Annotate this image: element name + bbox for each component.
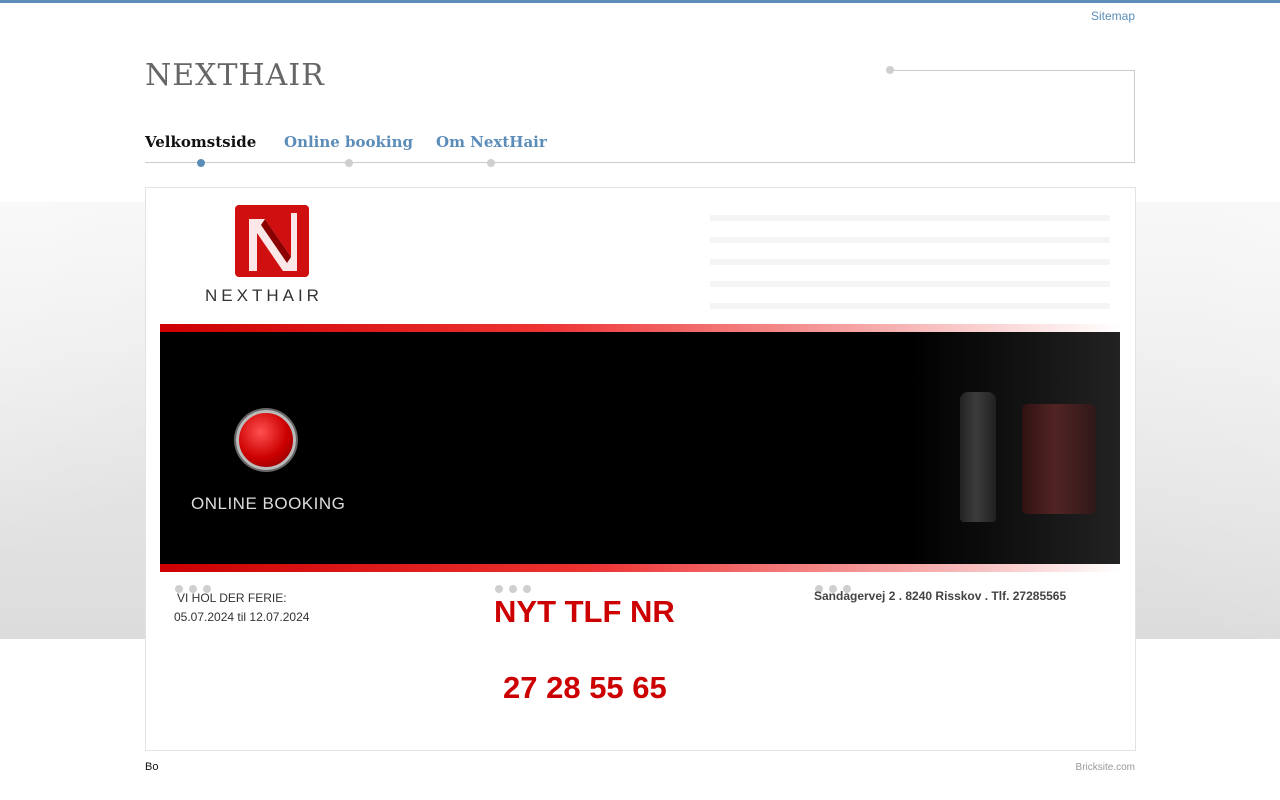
nav-dot bbox=[344, 159, 353, 167]
column-dot bbox=[495, 585, 503, 593]
booking-button-icon[interactable] bbox=[236, 410, 296, 470]
nav-dot bbox=[487, 159, 496, 167]
nav-item-label: Om NextHair bbox=[436, 133, 547, 151]
banner-faded-text bbox=[710, 215, 1110, 315]
product-jar-image bbox=[1022, 404, 1096, 514]
nav-item-velkomstside[interactable]: Velkomstside bbox=[145, 133, 257, 167]
new-phone-heading: NYT TLF NR bbox=[494, 594, 675, 629]
holiday-notice-title: VI HOL DER FERIE: bbox=[177, 591, 287, 605]
site-title: NEXTHAIR bbox=[145, 58, 325, 93]
column-dot bbox=[509, 585, 517, 593]
nav-item-label: Velkomstside bbox=[145, 133, 257, 151]
nav-item-online-booking[interactable]: Online booking bbox=[284, 133, 414, 167]
banner-black-panel: ONLINE BOOKING bbox=[160, 332, 1120, 564]
bricksite-credit-link[interactable]: Bricksite.com bbox=[1076, 762, 1135, 773]
banner-logo-text: NEXTHAIR bbox=[205, 286, 323, 305]
nexthair-logo-icon bbox=[235, 205, 309, 277]
hero-banner[interactable]: NEXTHAIR ONLINE BOOKING bbox=[160, 200, 1120, 572]
nav-item-label: Online booking bbox=[284, 133, 414, 151]
nav-underline bbox=[145, 162, 1135, 163]
column-2-dots bbox=[495, 585, 535, 593]
holiday-notice-dates: 05.07.2024 til 12.07.2024 bbox=[174, 610, 310, 624]
banner-red-stripe-top bbox=[160, 324, 1120, 332]
column-dot bbox=[523, 585, 531, 593]
new-phone-number: 27 28 55 65 bbox=[503, 670, 667, 705]
contact-address: Sandagervej 2 . 8240 Risskov . Tlf. 2728… bbox=[814, 589, 1067, 603]
banner-red-stripe-bottom bbox=[160, 564, 1120, 572]
nav-active-dot bbox=[196, 159, 205, 167]
holiday-notice: VI HOL DER FERIE: 05.07.2024 til 12.07.2… bbox=[174, 589, 309, 627]
footer-text: Bo bbox=[145, 761, 159, 773]
top-accent-line bbox=[0, 0, 1280, 3]
header-box-dot bbox=[886, 66, 894, 74]
online-booking-label[interactable]: ONLINE BOOKING bbox=[191, 494, 345, 514]
nav-item-om-nexthair[interactable]: Om NextHair bbox=[436, 133, 547, 167]
product-bottle-image bbox=[960, 392, 996, 522]
header-decoration-box bbox=[886, 66, 1135, 163]
sitemap-link[interactable]: Sitemap bbox=[1091, 9, 1135, 23]
